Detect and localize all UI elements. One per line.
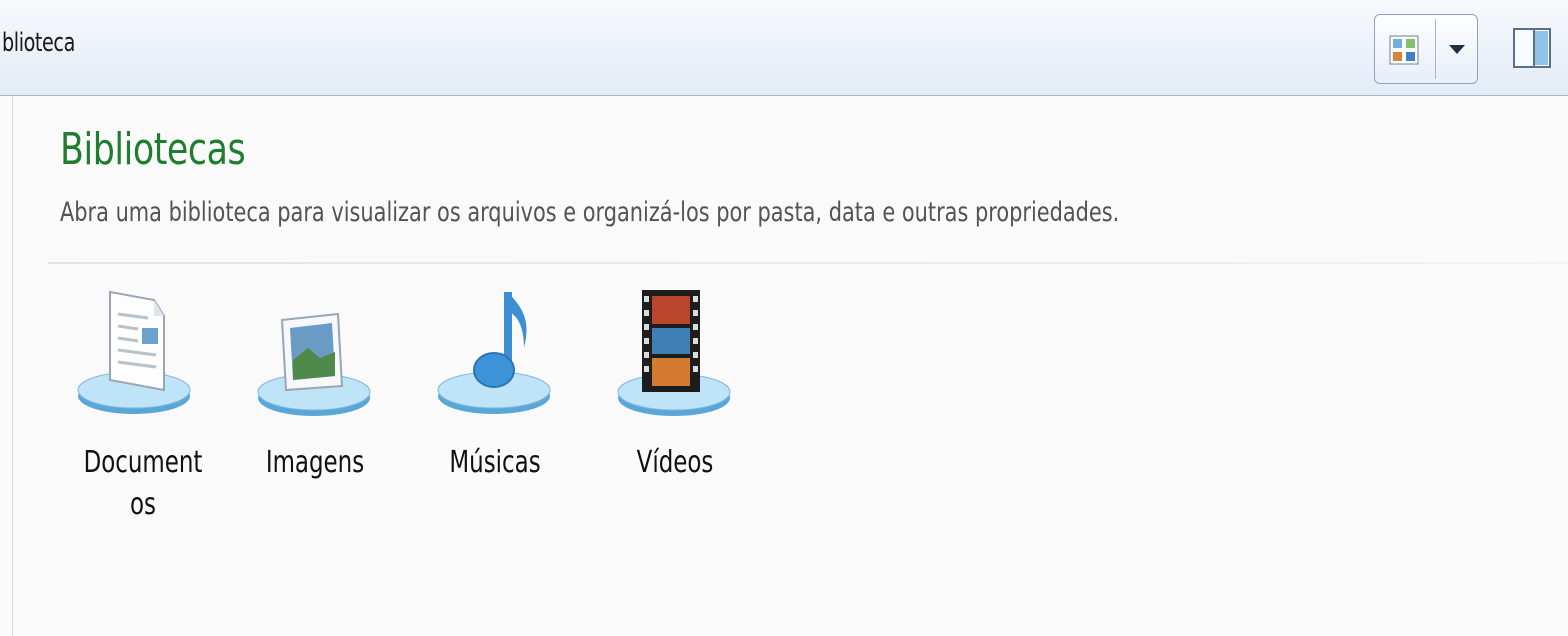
chevron-down-icon[interactable] [1449, 45, 1465, 54]
library-item-musicas[interactable]: Músicas [420, 282, 570, 532]
library-label: Músicas [449, 445, 541, 480]
library-label: Vídeos [636, 445, 714, 480]
documents-library-icon [77, 290, 191, 414]
library-item-documentos[interactable]: Document os [68, 282, 218, 532]
music-library-icon [437, 292, 551, 414]
pictures-library-icon [257, 312, 371, 416]
preview-pane-icon[interactable] [1512, 26, 1552, 70]
page-description: Abra uma biblioteca para visualizar os a… [60, 197, 1120, 228]
divider [48, 262, 1568, 264]
breadcrumb[interactable]: blioteca [2, 28, 75, 58]
page-title: Bibliotecas [60, 124, 246, 175]
view-options-icon [1389, 35, 1419, 65]
toolbar: blioteca [0, 0, 1568, 96]
library-label: Imagens [265, 445, 365, 480]
library-item-imagens[interactable]: Imagens [240, 282, 390, 532]
button-separator [1435, 19, 1436, 79]
videos-library-icon [617, 290, 731, 416]
library-item-videos[interactable]: Vídeos [600, 282, 750, 532]
navigation-pane-edge [0, 96, 13, 636]
library-label: Document os [83, 445, 203, 522]
change-view-button[interactable] [1374, 14, 1478, 84]
